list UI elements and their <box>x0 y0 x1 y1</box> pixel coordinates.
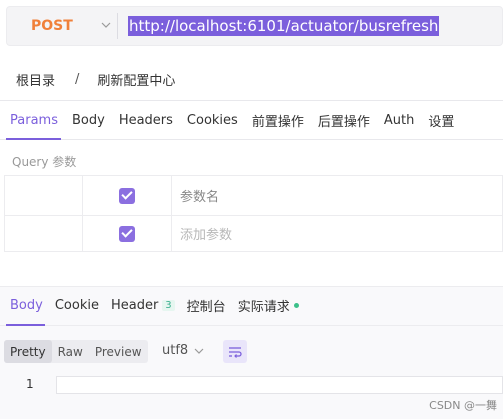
header-count-badge: 3 <box>162 300 175 311</box>
status-dot-icon <box>293 303 299 308</box>
tab-pre-request[interactable]: 前置操作 <box>245 101 311 139</box>
method-select[interactable]: POST <box>7 7 117 45</box>
tab-params[interactable]: Params <box>0 101 65 140</box>
format-preview-button[interactable]: Preview <box>89 340 148 363</box>
encoding-label: utf8 <box>162 343 189 358</box>
tab-post-request[interactable]: 后置操作 <box>311 101 377 139</box>
request-url-bar: POST http://localhost:6101/actuator/busr… <box>6 6 503 46</box>
table-row: 添加参数 <box>4 215 503 252</box>
tab-actual-request-label: 实际请求 <box>237 300 290 315</box>
tab-console[interactable]: 控制台 <box>181 286 232 325</box>
breadcrumb-current: 刷新配置中心 <box>97 74 176 89</box>
table-row: 参数名 <box>4 175 503 216</box>
line-number: 1 <box>26 377 34 391</box>
tab-actual-request[interactable]: 实际请求 <box>232 286 305 325</box>
url-input[interactable]: http://localhost:6101/actuator/busrefres… <box>128 16 440 36</box>
tab-response-header-label: Header <box>110 298 159 313</box>
chevron-down-icon <box>101 22 111 28</box>
request-tabs: Params Body Headers Cookies 前置操作 后置操作 Au… <box>0 100 503 140</box>
query-params-label: Query 参数 <box>12 155 77 169</box>
tab-body[interactable]: Body <box>65 101 112 139</box>
breadcrumb: 根目录 / 刷新配置中心 <box>16 70 175 89</box>
params-table: 参数名 添加参数 <box>4 175 503 252</box>
wrap-lines-icon <box>229 346 242 358</box>
param-enabled-checkbox[interactable] <box>119 225 135 242</box>
add-param-input[interactable]: 添加参数 <box>171 215 503 252</box>
tab-response-header[interactable]: Header 3 <box>105 286 181 325</box>
tab-response-body[interactable]: Body <box>0 286 49 326</box>
format-pretty-button[interactable]: Pretty <box>4 340 52 363</box>
param-name-input[interactable]: 参数名 <box>171 175 503 216</box>
format-switcher: Pretty Raw Preview <box>4 340 148 363</box>
row-handle-cell <box>4 215 83 252</box>
editor-line[interactable] <box>56 376 503 394</box>
encoding-select[interactable]: utf8 <box>162 343 204 358</box>
tab-cookies[interactable]: Cookies <box>180 101 245 139</box>
breadcrumb-separator: / <box>75 72 80 87</box>
divider <box>117 13 118 39</box>
row-checkbox-cell <box>82 175 172 216</box>
tab-settings[interactable]: 设置 <box>421 101 461 139</box>
response-editor: 1 <box>0 375 503 419</box>
watermark: CSDN @一舞 <box>429 399 497 412</box>
format-raw-button[interactable]: Raw <box>52 340 89 363</box>
method-label: POST <box>31 18 73 34</box>
wrap-lines-button[interactable] <box>223 340 247 363</box>
row-checkbox-cell <box>82 215 172 252</box>
param-enabled-checkbox[interactable] <box>119 187 135 204</box>
tab-headers[interactable]: Headers <box>112 101 180 139</box>
response-tabs: Body Cookie Header 3 控制台 实际请求 <box>0 286 503 326</box>
chevron-down-icon <box>194 348 204 354</box>
tab-auth[interactable]: Auth <box>377 101 421 139</box>
row-handle-cell <box>4 175 83 216</box>
tab-response-cookie[interactable]: Cookie <box>49 286 105 325</box>
breadcrumb-root[interactable]: 根目录 <box>16 70 55 89</box>
